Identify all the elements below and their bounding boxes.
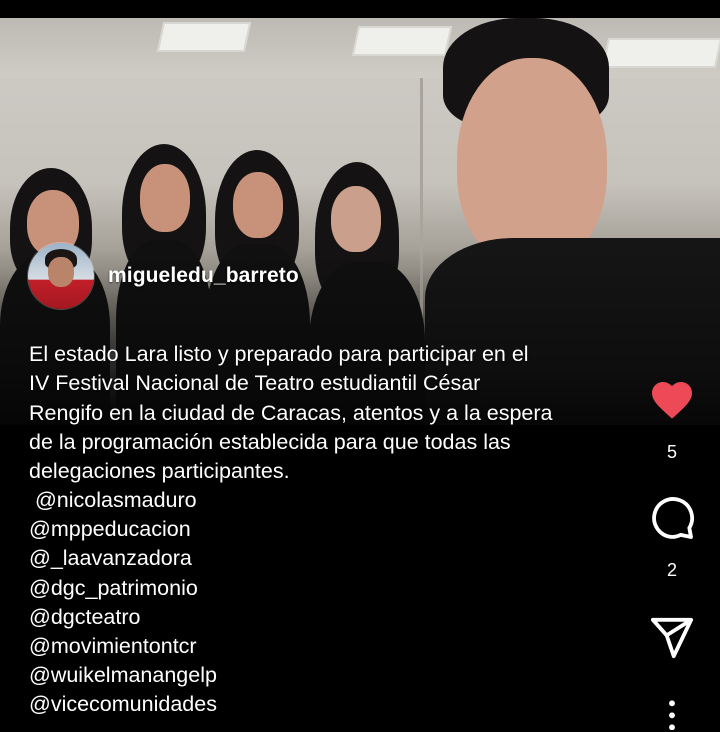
more-vertical-icon[interactable] bbox=[666, 698, 678, 730]
avatar[interactable] bbox=[28, 243, 94, 309]
comment-action: 2 bbox=[624, 494, 720, 581]
caption-line: de la programación establecida para que … bbox=[29, 429, 511, 454]
mention-link[interactable]: @dgcteatro bbox=[29, 603, 217, 632]
send-paper-plane-icon[interactable] bbox=[649, 616, 695, 660]
heart-icon[interactable] bbox=[647, 376, 697, 420]
comment-bubble-icon[interactable] bbox=[648, 494, 696, 542]
mentions-list: @nicolasmaduro @mppeducacion @_laavanzad… bbox=[29, 486, 217, 720]
caption-line: Rengifo en la ciudad de Caracas, atentos… bbox=[29, 400, 553, 425]
mention-link[interactable]: @_laavanzadora bbox=[29, 544, 217, 573]
mention-link[interactable]: @nicolasmaduro bbox=[29, 486, 217, 515]
mention-link[interactable]: @vicecomunidades bbox=[29, 690, 217, 719]
username[interactable]: migueledu_barreto bbox=[108, 264, 299, 288]
caption-line: IV Festival Nacional de Teatro estudiant… bbox=[29, 371, 481, 396]
caption-line: delegaciones participantes. bbox=[29, 459, 290, 484]
mention-link[interactable]: @dgc_patrimonio bbox=[29, 574, 217, 603]
mention-link[interactable]: @wuikelmanangelp bbox=[29, 661, 217, 690]
post-author[interactable]: migueledu_barreto bbox=[28, 243, 299, 309]
more-action bbox=[624, 698, 720, 730]
post-caption: El estado Lara listo y preparado para pa… bbox=[29, 340, 634, 486]
mention-link[interactable]: @mppeducacion bbox=[29, 515, 217, 544]
like-action: 5 bbox=[624, 376, 720, 463]
mention-link[interactable]: @movimientontcr bbox=[29, 632, 217, 661]
like-count[interactable]: 5 bbox=[667, 442, 677, 463]
caption-line: El estado Lara listo y preparado para pa… bbox=[29, 342, 529, 366]
share-action bbox=[624, 616, 720, 660]
ceiling-light bbox=[156, 22, 252, 52]
comment-count[interactable]: 2 bbox=[667, 560, 677, 581]
